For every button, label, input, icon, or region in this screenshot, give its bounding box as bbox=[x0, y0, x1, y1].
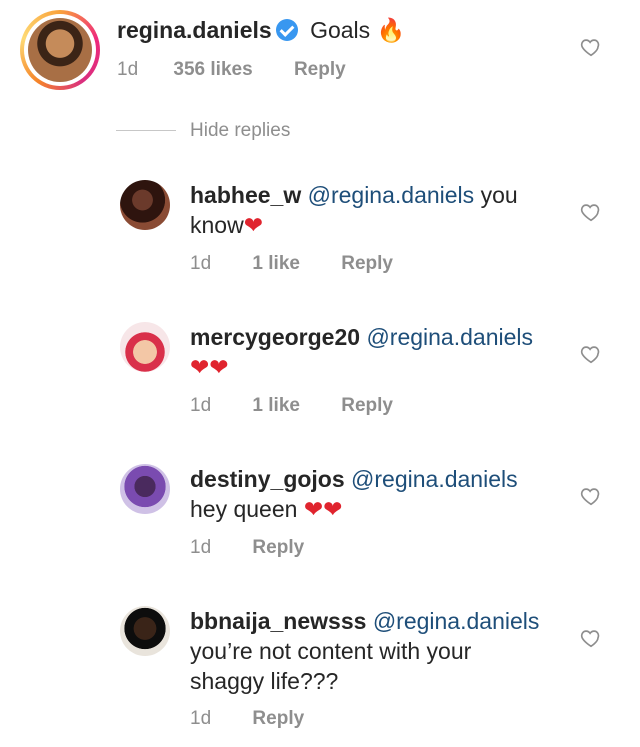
reply-4-mention[interactable]: @regina.daniels bbox=[373, 608, 540, 634]
heart-outline-icon[interactable] bbox=[580, 343, 602, 365]
fire-emoji: 🔥 bbox=[376, 18, 406, 44]
heart-outline-icon[interactable] bbox=[580, 36, 602, 58]
reply-2-body: mercygeorge20 @regina.daniels ❤❤ bbox=[190, 322, 570, 383]
parent-likes-count[interactable]: 356 likes bbox=[173, 59, 252, 80]
reply-3-mention[interactable]: @regina.daniels bbox=[351, 466, 518, 492]
reply-2-time: 1d bbox=[190, 395, 212, 416]
reply-4-body: bbnaija_newsss @regina.daniels you’re no… bbox=[190, 606, 570, 696]
heart-outline-icon[interactable] bbox=[580, 485, 602, 507]
avatar-destiny-gojos[interactable] bbox=[120, 464, 170, 514]
parent-time: 1d bbox=[117, 59, 139, 80]
reply-1-text: you bbox=[480, 182, 518, 208]
story-ring-avatar[interactable] bbox=[20, 10, 100, 90]
avatar-mercygeorge20[interactable] bbox=[120, 322, 170, 372]
reply-4-meta: 1d Reply bbox=[190, 708, 304, 730]
reply-2-username[interactable]: mercygeorge20 bbox=[190, 324, 360, 350]
reply-3-username[interactable]: destiny_gojos bbox=[190, 466, 345, 492]
reply-1-username[interactable]: habhee_w bbox=[190, 182, 301, 208]
verified-badge-icon bbox=[275, 19, 298, 41]
heart-outline-icon[interactable] bbox=[580, 627, 602, 649]
reply-2-reply-button[interactable]: Reply bbox=[341, 395, 393, 416]
reply-3-time: 1d bbox=[190, 537, 212, 558]
replies-divider bbox=[116, 130, 176, 131]
reply-2-meta: 1d 1 like Reply bbox=[190, 395, 393, 417]
reply-3-text: hey queen bbox=[190, 496, 298, 522]
reply-1-reply-button[interactable]: Reply bbox=[341, 253, 393, 274]
parent-comment-text: Goals bbox=[310, 17, 371, 43]
reply-4-username[interactable]: bbnaija_newsss bbox=[190, 608, 366, 634]
reply-3-meta: 1d Reply bbox=[190, 537, 304, 559]
reply-1-text-line2: know bbox=[190, 212, 244, 238]
parent-comment-meta: 1d 356 likes Reply bbox=[117, 59, 346, 81]
reply-2-hearts: ❤❤ bbox=[190, 355, 229, 381]
hide-replies-button[interactable]: Hide replies bbox=[190, 120, 290, 142]
avatar-frame bbox=[24, 14, 96, 86]
reply-2-mention[interactable]: @regina.daniels bbox=[366, 324, 533, 350]
reply-4-text-line2: shaggy life??? bbox=[190, 668, 339, 694]
parent-reply-button[interactable]: Reply bbox=[294, 59, 346, 80]
heart-outline-icon[interactable] bbox=[580, 201, 602, 223]
reply-1-mention[interactable]: @regina.daniels bbox=[308, 182, 475, 208]
reply-3-reply-button[interactable]: Reply bbox=[252, 537, 304, 558]
reply-1-time: 1d bbox=[190, 253, 212, 274]
reply-4-text: you’re not content with your bbox=[190, 638, 472, 664]
reply-1-body: habhee_w @regina.daniels you know❤ bbox=[190, 180, 550, 241]
avatar-regina-daniels bbox=[28, 18, 92, 82]
reply-1-meta: 1d 1 like Reply bbox=[190, 253, 393, 275]
reply-3-body: destiny_gojos @regina.daniels hey queen … bbox=[190, 464, 570, 525]
reply-4-time: 1d bbox=[190, 708, 212, 729]
reply-2-likes-count[interactable]: 1 like bbox=[252, 395, 300, 416]
reply-3-hearts: ❤❤ bbox=[303, 497, 343, 523]
avatar-habhee-w[interactable] bbox=[120, 180, 170, 230]
reply-1-hearts: ❤ bbox=[243, 213, 263, 239]
reply-4-reply-button[interactable]: Reply bbox=[252, 708, 304, 729]
avatar-bbnaija-newsss[interactable] bbox=[120, 606, 170, 656]
parent-username[interactable]: regina.daniels bbox=[117, 17, 272, 43]
parent-comment-body: regina.daniels Goals 🔥 bbox=[117, 15, 405, 46]
reply-1-likes-count[interactable]: 1 like bbox=[252, 253, 300, 274]
